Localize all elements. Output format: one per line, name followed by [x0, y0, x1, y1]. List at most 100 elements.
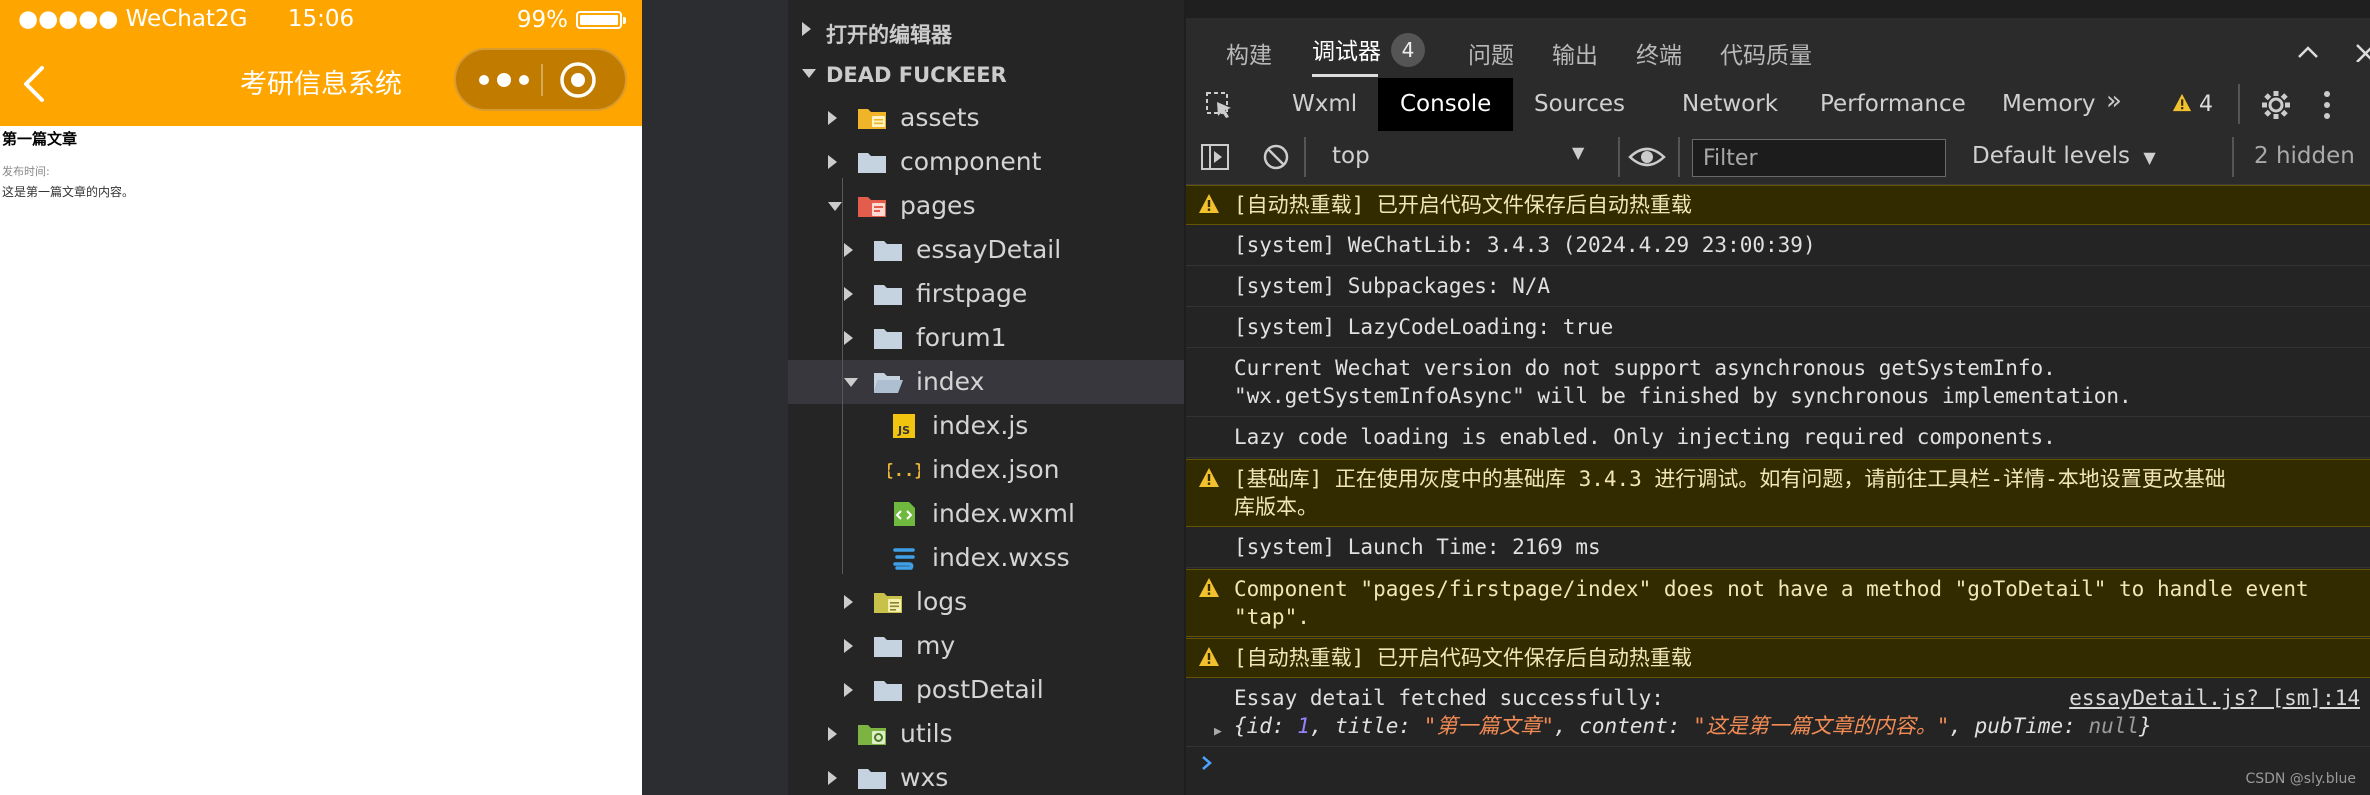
tree-item-label: component [900, 147, 1042, 176]
tree-folder-item[interactable]: essayDetail [788, 228, 1184, 272]
tree-folder-item[interactable]: index [788, 360, 1184, 404]
open-editors-label: 打开的编辑器 [826, 23, 952, 47]
project-header[interactable]: DEAD FUCKEER [788, 52, 1184, 96]
close-miniprogram-button[interactable] [557, 59, 599, 101]
tree-file-item[interactable]: index.wxss [788, 536, 1184, 580]
indent-guide [842, 178, 843, 574]
tab-debugger[interactable]: 调试器 4 [1312, 32, 1425, 69]
warning-icon [1198, 577, 1220, 599]
panel-tab-console[interactable]: Console [1378, 78, 1514, 131]
clear-console-icon[interactable] [1262, 143, 1290, 171]
tab-code-quality[interactable]: 代码质量 [1720, 36, 1812, 70]
tree-item-label: utils [900, 719, 953, 748]
tab-debugger-label: 调试器 [1312, 39, 1381, 65]
tree-folder-item[interactable]: utils [788, 712, 1184, 756]
panel-tab-network[interactable]: Network [1660, 78, 1800, 131]
console-message: Component "pages/firstpage/index" does n… [1234, 577, 2309, 629]
tree-folder-item[interactable]: assets [788, 96, 1184, 140]
logs-folder-icon [872, 588, 904, 616]
chevron-right-icon [844, 683, 853, 697]
tree-file-item[interactable]: JS index.js [788, 404, 1184, 448]
object-value-null: null [2088, 714, 2140, 738]
panel-tab-bar: Wxml Console Sources Network Performance… [1186, 78, 2370, 132]
console-warning-row: [自动热重载] 已开启代码文件保存后自动热重载 [1186, 185, 2370, 225]
panel-tab-memory[interactable]: Memory [1980, 78, 2118, 131]
toolbar-divider [1304, 137, 1306, 177]
console-message: [system] WeChatLib: 3.4.3 (2024.4.29 23:… [1234, 233, 1816, 257]
console-log-row: Essay detail fetched successfully: essayD… [1186, 679, 2370, 747]
tree-folder-item[interactable]: forum1 [788, 316, 1184, 360]
tree-folder-item[interactable]: my [788, 624, 1184, 668]
source-link[interactable]: essayDetail.js? [sm]:14 [2069, 684, 2360, 712]
expandable-object[interactable]: ▶ {id: 1, title: "第一篇文章", content: "这是第一篇… [1214, 712, 2152, 740]
battery-fill [580, 15, 618, 25]
kebab-menu-icon[interactable] [2322, 90, 2332, 120]
tree-folder-item[interactable]: logs [788, 580, 1184, 624]
console-message: [system] Subpackages: N/A [1234, 274, 1551, 298]
warning-count[interactable]: 4 [2172, 91, 2213, 117]
inspect-element-icon[interactable] [1204, 90, 1234, 120]
tab-terminal[interactable]: 终端 [1636, 36, 1682, 70]
article-content: 第一篇文章 发布时间: 这是第一篇文章的内容。 [2, 126, 638, 200]
object-key: , pubTime: [1949, 714, 2089, 738]
tree-file-item[interactable]: {..} index.json [788, 448, 1184, 492]
object-value-number: 1 [1297, 714, 1310, 738]
article-date-label: 发布时间: [2, 165, 50, 178]
folder-icon [872, 236, 904, 264]
chevron-right-icon [844, 331, 853, 345]
tree-item-label: index.wxml [932, 499, 1075, 528]
console-log-row: [system] LazyCodeLoading: true [1186, 308, 2370, 348]
warning-icon [1198, 467, 1220, 489]
panel-tab-wxml[interactable]: Wxml [1270, 78, 1379, 131]
sidebar-toggle-icon[interactable] [1200, 143, 1230, 171]
tree-folder-item[interactable]: wxs [788, 756, 1184, 795]
toolbar-divider [2238, 84, 2240, 124]
console-message: Lazy code loading is enabled. Only injec… [1234, 425, 2056, 449]
article-title: 第一篇文章 [2, 130, 78, 148]
context-selector[interactable]: top [1332, 143, 1370, 169]
more-panels-icon[interactable]: » [2106, 86, 2122, 116]
chevron-right-icon [828, 111, 837, 125]
tree-item-label: index.wxss [932, 543, 1070, 572]
hidden-count: 2 hidden [2254, 143, 2355, 169]
prompt-chevron-icon [1202, 756, 1212, 770]
tree-folder-item[interactable]: firstpage [788, 272, 1184, 316]
chevron-up-icon[interactable] [2296, 44, 2320, 60]
chevron-right-icon [844, 287, 853, 301]
chevron-down-icon [844, 378, 858, 387]
record-close-icon [560, 62, 596, 98]
tree-folder-item[interactable]: postDetail [788, 668, 1184, 712]
toolbar-divider [1678, 137, 1680, 177]
tree-folder-item[interactable]: pages [788, 184, 1184, 228]
more-button[interactable] [474, 62, 534, 98]
open-editors-header[interactable]: 打开的编辑器 [788, 8, 1184, 52]
tab-build[interactable]: 构建 [1226, 36, 1272, 70]
panel-tab-performance[interactable]: Performance [1798, 78, 1988, 131]
tree-file-item[interactable]: index.wxml [788, 492, 1184, 536]
toolbar-divider [1618, 137, 1620, 177]
log-levels-dropdown[interactable]: Default levels ▼ [1972, 143, 2156, 169]
utils-folder-icon [856, 720, 888, 748]
eye-icon[interactable] [1628, 143, 1666, 171]
project-label: DEAD FUCKEER [826, 63, 1007, 87]
console-prompt[interactable] [1186, 740, 2370, 785]
filter-input[interactable] [1692, 139, 1946, 177]
console-toolbar: top ▼ Default levels ▼ 2 hidden [1186, 131, 2370, 185]
tree-item-label: index [916, 367, 985, 396]
tab-issues[interactable]: 问题 [1468, 36, 1514, 70]
gear-icon[interactable] [2260, 89, 2292, 121]
status-bar: ●●●●● WeChat2G 15:06 99% [0, 0, 642, 42]
active-tab-underline [1312, 74, 1378, 77]
close-icon[interactable] [2354, 42, 2370, 62]
tree-folder-item[interactable]: component [788, 140, 1184, 184]
tab-output[interactable]: 输出 [1552, 36, 1598, 70]
console-message: Current Wechat version do not support as… [1234, 356, 2132, 408]
panel-tab-sources[interactable]: Sources [1512, 78, 1647, 131]
chevron-right-icon [844, 639, 853, 653]
warning-count-label: 4 [2199, 92, 2213, 117]
tree-item-label: forum1 [916, 323, 1007, 352]
context-dropdown-arrow-icon[interactable]: ▼ [1572, 143, 1584, 162]
chevron-down-icon: ▼ [2143, 148, 2156, 167]
debugger-tab-bar: 构建 调试器 4 问题 输出 终端 代码质量 [1186, 18, 2370, 79]
devtools-panel: 构建 调试器 4 问题 输出 终端 代码质量 Wxml Console Sourc… [1186, 0, 2370, 795]
